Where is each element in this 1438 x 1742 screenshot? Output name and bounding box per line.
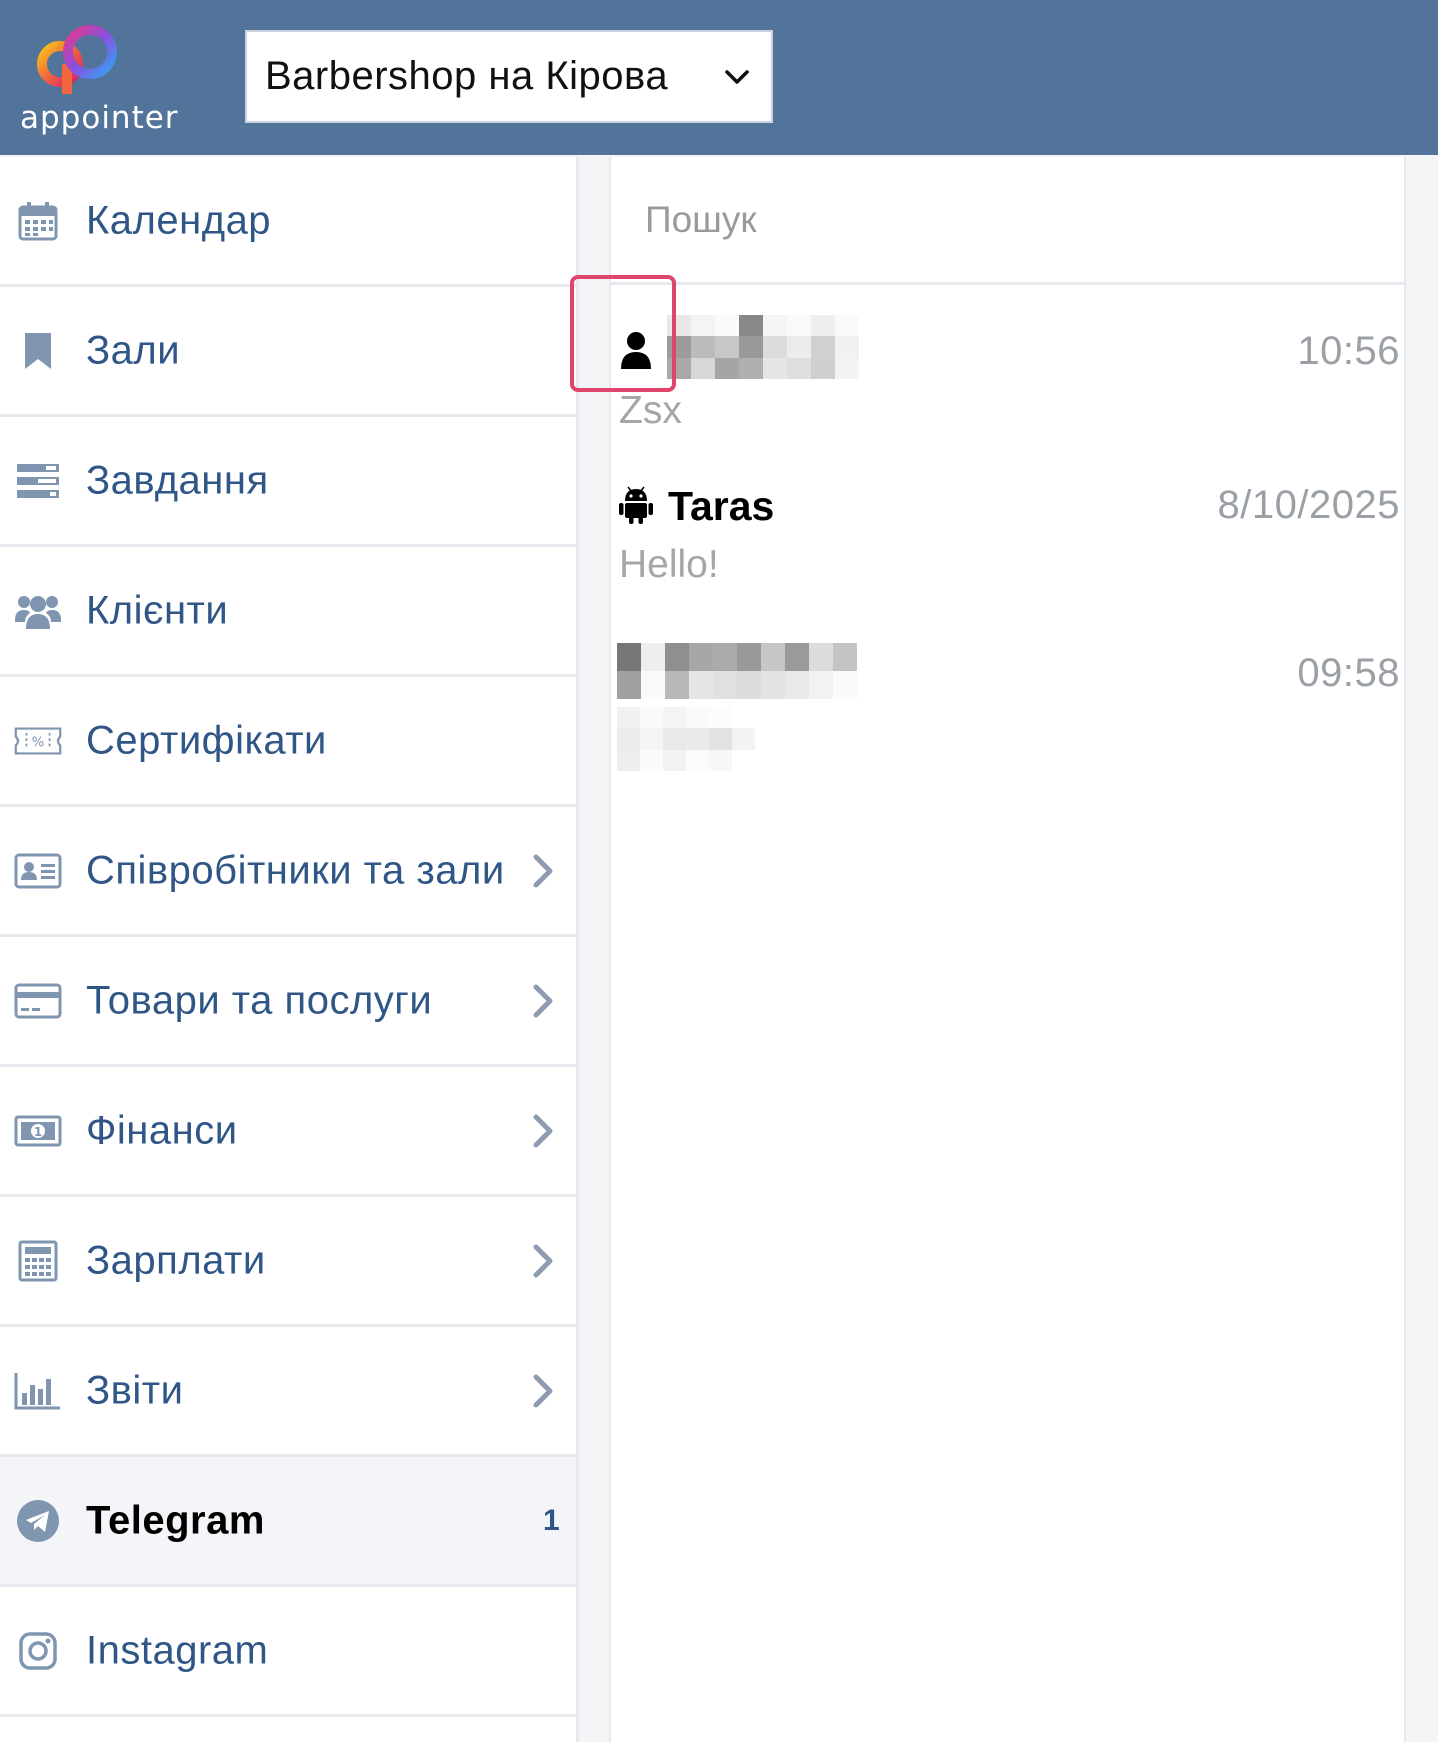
sidebar-item-label: Фінанси [86,1108,238,1152]
sidebar-item-clients[interactable]: Клієнти [0,547,576,677]
sidebar-item-certificates[interactable]: % Сертифікати [0,677,576,807]
chevron-down-icon [725,70,749,84]
android-icon [619,486,653,524]
ticket-percent-icon: % [14,719,62,763]
sidebar-item-label: Клієнти [86,588,229,632]
chat-list-item[interactable]: 09:58 [611,627,1408,787]
unread-count-badge: 1 [543,1503,560,1537]
tasks-icon [14,459,62,503]
redacted-message-preview [617,707,755,771]
bar-chart-icon [14,1369,62,1413]
svg-text:1: 1 [34,1125,42,1139]
chevron-right-icon [533,1244,553,1277]
sidebar-item-label: Календар [86,198,272,242]
sidebar-item-label: Зарплати [86,1238,266,1282]
sidebar-item-tasks[interactable]: Завдання [0,417,576,547]
logo-text: appointer [20,100,179,136]
sidebar-item-label: Зали [86,328,181,372]
top-bar: appointer Barbershop на Кірова [0,0,1438,155]
sidebar-nav: Календар Зали Завдання Клієнти % Сертифі… [0,157,579,1742]
chat-time: 8/10/2025 [1217,483,1400,527]
calendar-icon [14,199,62,243]
sidebar-item-label: Telegram [86,1498,265,1542]
sidebar-item-halls[interactable]: Зали [0,287,576,417]
chevron-right-icon [533,984,553,1017]
chat-contact-name: Taras [668,483,775,529]
redacted-contact-name [617,643,857,699]
sidebar-item-instagram[interactable]: Instagram [0,1587,576,1717]
redacted-contact-name [667,315,859,379]
sidebar-item-goods-services[interactable]: Товари та послуги [0,937,576,1067]
users-icon [14,589,62,633]
branch-selector[interactable]: Barbershop на Кірова [245,30,773,123]
search-input[interactable] [645,198,1345,241]
sidebar-item-label: Звіти [86,1368,184,1412]
credit-card-icon [14,979,62,1023]
chat-list-item[interactable]: Taras 8/10/2025 Hello! [611,463,1408,623]
id-card-icon [14,849,62,893]
logo-mark-icon [37,25,117,94]
sidebar-item-label: Завдання [86,458,269,502]
chat-last-message: Hello! [619,543,719,586]
branch-selector-value: Barbershop на Кірова [265,54,669,98]
chevron-right-icon [533,1374,553,1407]
chevron-right-icon [533,854,553,887]
telegram-icon [14,1499,62,1543]
search-bar [611,157,1404,285]
instagram-icon [14,1629,62,1673]
sidebar-item-label: Товари та послуги [86,978,433,1022]
appointer-logo[interactable]: appointer [18,18,178,138]
sidebar-item-staff[interactable]: Співробітники та зали [0,807,576,937]
svg-text:%: % [32,735,45,750]
sidebar-item-calendar[interactable]: Календар [0,157,576,287]
sidebar-item-label: Instagram [86,1628,269,1672]
sidebar-item-reports[interactable]: Звіти [0,1327,576,1457]
sidebar-item-telegram[interactable]: Telegram 1 [0,1457,576,1587]
chat-list-item[interactable]: 10:56 Zsx [611,295,1408,455]
sidebar-item-finance[interactable]: 1 Фінанси [0,1067,576,1197]
chevron-right-icon [533,1114,553,1147]
bookmark-icon [14,329,62,373]
sidebar-item-salaries[interactable]: Зарплати [0,1197,576,1327]
sidebar-item-label: Співробітники та зали [86,848,505,892]
chat-time: 10:56 [1297,329,1400,373]
chat-list-panel: 10:56 Zsx Taras 8/10/2025 Hello! 09:58 [609,157,1406,1742]
chat-time: 09:58 [1297,651,1400,695]
highlight-box [570,275,676,392]
calculator-icon [14,1239,62,1283]
sidebar-item-label: Сертифікати [86,718,327,762]
money-icon: 1 [14,1109,62,1153]
chat-last-message: Zsx [619,389,682,432]
